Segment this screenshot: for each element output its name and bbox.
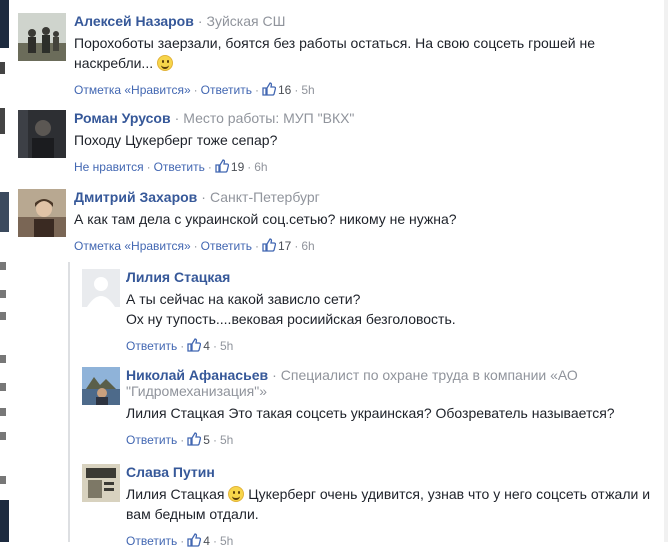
reply-text-line: вам бедным отдали.: [126, 506, 259, 522]
reply-text-line: Цукерберг очень удивится, узнав что у не…: [248, 486, 651, 502]
avatar-photo-icon: [82, 464, 120, 502]
reply-author-name[interactable]: Слава Путин: [126, 464, 215, 480]
reply-author-name[interactable]: Лилия Стацкая: [126, 269, 230, 285]
avatar[interactable]: [18, 189, 66, 237]
comment-author-meta: Место работы: МУП "ВКХ": [183, 110, 355, 126]
comment-text: Походу Цукерберг тоже сепар?: [74, 132, 278, 148]
default-avatar-icon: [82, 269, 120, 307]
reply-link[interactable]: Ответить: [126, 534, 177, 548]
avatar[interactable]: [82, 269, 120, 307]
like-thumb-icon[interactable]: [262, 238, 277, 255]
like-thumb-icon[interactable]: [262, 82, 277, 99]
reply-link[interactable]: Ответить: [201, 239, 252, 253]
comment-text: Порохоботы заерзали, боятся без работы о…: [74, 33, 654, 73]
avatar-photo-icon: [82, 367, 120, 405]
like-thumb-icon[interactable]: [215, 159, 229, 176]
like-thumb-icon[interactable]: [187, 432, 202, 449]
comment-author-name[interactable]: Алексей Назаров: [74, 13, 194, 29]
unlike-link[interactable]: Не нравится: [74, 160, 144, 174]
comment-author-name[interactable]: Дмитрий Захаров: [74, 189, 197, 205]
avatar[interactable]: [82, 367, 120, 405]
background-page-strip: [0, 0, 9, 542]
reply-text: Лилия Стацкая Это такая соцсеть украинск…: [126, 405, 615, 421]
grin-emoji-icon: [228, 486, 245, 502]
scrollbar[interactable]: [664, 0, 668, 542]
reply-author-meta: Специалист по охране труда в компании «А…: [280, 367, 578, 383]
timestamp[interactable]: 5h: [220, 433, 233, 447]
separator: ·: [201, 189, 206, 205]
timestamp[interactable]: 6h: [254, 160, 267, 174]
avatar[interactable]: [18, 13, 66, 61]
reply-link[interactable]: Ответить: [154, 160, 205, 174]
separator: ·: [174, 110, 180, 126]
reply-author-meta: "Гидромеханизация"»: [126, 383, 267, 399]
reply-text: А ты сейчас на какой зависло сети? Ох ну…: [126, 289, 666, 329]
avatar[interactable]: [82, 464, 120, 502]
comments-panel: Алексей Назаров · Зуйская СШ Порохоботы за…: [9, 0, 668, 548]
reply-link[interactable]: Ответить: [126, 339, 177, 353]
smile-emoji-icon: [157, 55, 173, 71]
timestamp[interactable]: 5h: [301, 83, 314, 97]
like-link[interactable]: Отметка «Нравится»: [74, 83, 191, 97]
comment-text-line: Порохоботы заерзали, боятся без работы о…: [74, 35, 596, 51]
comment-text-line: наскребли...: [74, 55, 154, 71]
timestamp[interactable]: 5h: [220, 534, 233, 548]
timestamp[interactable]: 6h: [301, 239, 314, 253]
comment-author-name[interactable]: Роман Урусов: [74, 110, 171, 126]
comment-text: А как там дела с украинской соц.сетью? н…: [74, 211, 457, 227]
like-count: 5: [203, 433, 210, 447]
reply-text-line: Ох ну тупость....вековая росиийская безг…: [126, 311, 456, 327]
like-link[interactable]: Отметка «Нравится»: [74, 239, 191, 253]
like-count: 17: [277, 239, 292, 253]
comment-author-meta: Зуйская СШ: [206, 13, 286, 29]
reply-link[interactable]: Ответить: [201, 83, 252, 97]
mention-link[interactable]: Лилия Стацкая: [126, 486, 224, 502]
like-thumb-icon[interactable]: [187, 338, 202, 355]
avatar-photo-icon: [18, 110, 66, 158]
like-count: 4: [203, 534, 210, 548]
like-count: 4: [203, 339, 210, 353]
replies-thread-line: [68, 262, 70, 542]
separator: ·: [197, 13, 203, 29]
reply-text: Лилия Стацкая Цукерберг очень удивится, …: [126, 484, 666, 524]
comment-author-meta: Санкт-Петербург: [209, 189, 320, 205]
reply-text-line: А ты сейчас на какой зависло сети?: [126, 291, 361, 307]
like-count: 16: [277, 83, 292, 97]
reply-link[interactable]: Ответить: [126, 433, 177, 447]
reply-author-name[interactable]: Николай Афанасьев: [126, 367, 268, 383]
avatar-photo-icon: [18, 189, 66, 237]
avatar-photo-icon: [18, 13, 66, 61]
timestamp[interactable]: 5h: [220, 339, 233, 353]
separator: ·: [272, 367, 277, 383]
like-count: 19: [230, 160, 245, 174]
avatar[interactable]: [18, 110, 66, 158]
